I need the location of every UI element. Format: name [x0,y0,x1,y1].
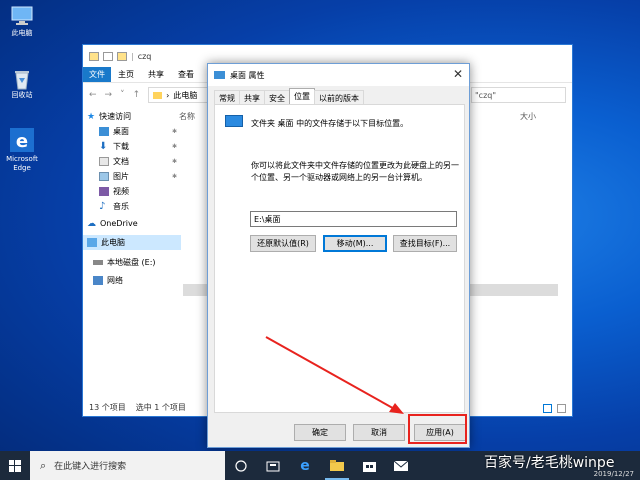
ribbon-tab-home[interactable]: 主页 [111,67,141,82]
desktop-icon [214,71,225,79]
nav-item-pictures[interactable]: 图片 ✱ [83,169,181,184]
picture-icon [99,172,109,181]
dialog-titlebar: 桌面 属性 [208,64,469,86]
nav-item-videos[interactable]: 视频 [83,184,181,199]
edge-icon[interactable]: e [289,451,321,480]
file-explorer-icon[interactable] [321,451,353,480]
dialog-tabs: 常规 共享 安全 位置 以前的版本 [214,88,364,104]
desktop-icon-label: 回收站 [11,91,33,99]
status-selected-count: 选中 1 个项目 [135,403,186,412]
ok-button[interactable]: 确定 [294,424,346,441]
column-header-name[interactable]: 名称 [179,111,195,122]
desktop-icon [99,127,109,136]
folder-icon [153,91,163,99]
nav-item-music[interactable]: ♪ 音乐 [83,199,181,214]
properties-dialog: 桌面 属性 ✕ 常规 共享 安全 位置 以前的版本 文件夹 桌面 中的文件存储于… [207,63,470,448]
mail-icon[interactable] [385,451,417,480]
close-icon[interactable]: ✕ [453,67,463,81]
cancel-button[interactable]: 取消 [353,424,405,441]
music-icon: ♪ [99,201,106,212]
desktop-icon-this-pc[interactable]: 此电脑 [2,6,42,38]
star-icon: ★ [87,111,96,122]
taskbar-search-box[interactable]: ⌕ 在此键入进行搜索 [30,451,225,480]
ribbon-tab-view[interactable]: 查看 [171,67,201,82]
tab-general[interactable]: 常规 [214,90,240,104]
move-button[interactable]: 移动(M)... [323,235,387,252]
drive-icon [93,260,103,265]
location-panel: 文件夹 桌面 中的文件存储于以下目标位置。 你可以将此文件夹中文件存储的位置更改… [214,104,465,413]
nav-item-network[interactable]: 网络 [83,273,181,288]
desktop-icon-label: 此电脑 [11,29,33,37]
search-icon: ⌕ [40,458,47,472]
location-explanation: 你可以将此文件夹中文件存储的位置更改为此硬盘上的另一个位置、另一个驱动器或网络上… [251,161,459,182]
video-icon [99,187,109,196]
computer-icon [11,6,33,26]
navigation-pane: ★ 快速访问 桌面 ✱ ⬇ 下载 ✱ 文档 ✱ 图片 ✱ 视频 ♪ 音乐 ☁ O… [83,109,181,399]
up-arrow-icon[interactable]: ↑ [133,90,141,100]
back-arrow-icon[interactable]: ← [89,90,97,100]
svg-text:e: e [16,131,28,152]
store-icon[interactable] [353,451,385,480]
edge-icon: e [10,128,34,152]
watermark-text: 百家号/老毛桃winpe [484,455,615,471]
task-view-icon[interactable] [225,451,257,480]
recycle-bin-icon [11,68,33,90]
status-bar: 13 个项目 选中 1 个项目 [89,402,186,413]
nav-item-local-disk-e[interactable]: 本地磁盘 (E:) [83,255,181,270]
dialog-title: 桌面 属性 [230,70,265,80]
nav-item-onedrive[interactable]: ☁ OneDrive [83,216,181,231]
chevron-down-icon[interactable]: ˅ [120,90,125,100]
location-description: 文件夹 桌面 中的文件存储于以下目标位置。 [251,119,409,128]
taskbar-search-placeholder: 在此键入进行搜索 [54,462,127,472]
forward-arrow-icon[interactable]: → [105,90,113,100]
address-text: 此电脑 [173,90,198,100]
apply-button[interactable]: 应用(A) [414,424,466,441]
cloud-icon: ☁ [87,218,96,229]
desktop-icon [225,115,243,127]
nav-item-desktop[interactable]: 桌面 ✱ [83,124,181,139]
people-icon[interactable] [257,451,289,480]
document-icon [99,157,109,166]
column-header-size[interactable]: 大小 [520,111,536,122]
tab-previous-versions[interactable]: 以前的版本 [314,90,364,104]
desktop-icon-edge[interactable]: e Microsoft Edge [2,128,42,173]
pin-icon: ✱ [171,143,177,150]
ribbon-tab-file[interactable]: 文件 [83,67,111,82]
nav-item-documents[interactable]: 文档 ✱ [83,154,181,169]
tab-security[interactable]: 安全 [264,90,290,104]
restore-default-button[interactable]: 还原默认值(R) [250,235,316,252]
status-item-count: 13 个项目 [89,403,126,412]
pin-icon: ✱ [171,173,177,180]
find-target-button[interactable]: 查找目标(F)... [393,235,457,252]
tab-location[interactable]: 位置 [289,88,315,104]
ribbon-tab-share[interactable]: 共享 [141,67,171,82]
windows-logo-icon [9,459,21,472]
large-icons-view-icon[interactable] [557,404,566,413]
folder-icon [89,51,99,61]
details-view-icon[interactable] [543,404,552,413]
nav-item-downloads[interactable]: ⬇ 下载 ✱ [83,139,181,154]
explorer-title: czq [137,51,152,61]
desktop-icon-recycle-bin[interactable]: 回收站 [2,68,42,100]
search-input[interactable]: "czq" [471,87,566,103]
pin-icon: ✱ [171,128,177,135]
start-button[interactable] [0,451,30,480]
check-icon [103,51,113,61]
location-path-input[interactable]: E:\桌面 [250,211,457,227]
network-icon [93,276,103,285]
nav-item-quick-access[interactable]: ★ 快速访问 [83,109,181,124]
tab-sharing[interactable]: 共享 [239,90,265,104]
taskbar-clock-date: 2019/12/27 [593,470,634,478]
pin-icon: ✱ [171,158,177,165]
nav-item-this-pc[interactable]: 此电脑 [83,235,181,250]
folder-icon [117,51,127,61]
download-icon: ⬇ [99,141,108,152]
desktop-icon-label: Microsoft Edge [6,155,38,172]
computer-icon [87,238,97,247]
